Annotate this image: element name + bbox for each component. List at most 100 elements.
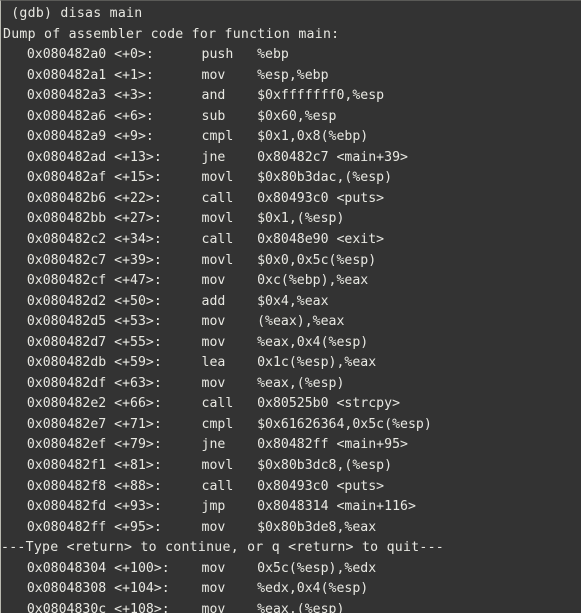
instruction-offset: <+53>: [114, 314, 178, 330]
instruction-address: 0x080482cf [3, 273, 115, 289]
instruction-address: 0x080482a9 [3, 129, 115, 145]
instruction-offset: <+3>: [114, 88, 178, 104]
instruction-address: 0x080482f8 [3, 478, 115, 494]
disassembly-row: 0x08048304 <+100>: mov 0x5c(%esp),%edx [1, 559, 581, 580]
instruction-mnemonic: sub [177, 108, 258, 124]
instruction-operands: $0xfffffff0,%esp [257, 88, 385, 104]
instruction-offset: <+59>: [114, 355, 178, 371]
instruction-mnemonic: add [177, 293, 258, 309]
disassembly-row: 0x080482f1 <+81>: movl $0x80b3dc8,(%esp) [1, 456, 581, 477]
instruction-address: 0x080482e7 [3, 416, 115, 432]
instruction-mnemonic: mov [177, 67, 258, 83]
instruction-mnemonic: jmp [177, 499, 258, 515]
instruction-operands: $0x80b3de8,%eax [257, 519, 377, 535]
instruction-operands: 0x5c(%esp),%edx [257, 560, 377, 576]
disassembly-row: 0x080482a9 <+9>: cmpl $0x1,0x8(%ebp) [1, 127, 581, 148]
instruction-mnemonic: mov [177, 273, 258, 289]
instruction-mnemonic: mov [177, 375, 258, 391]
instruction-mnemonic: jne [177, 437, 258, 453]
instruction-offset: <+104>: [114, 581, 178, 597]
instruction-offset: <+22>: [114, 190, 178, 206]
instruction-operands: %ebp [257, 47, 289, 63]
disassembly-row: 0x080482ff <+95>: mov $0x80b3de8,%eax [1, 518, 581, 539]
dump-header-line: Dump of assembler code for function main… [3, 26, 340, 42]
terminal-window[interactable]: (gdb) disas main Dump of assembler code … [0, 0, 581, 613]
instruction-mnemonic: mov [177, 601, 258, 613]
instruction-offset: <+55>: [114, 334, 178, 350]
instruction-address: 0x080482ef [3, 437, 115, 453]
instruction-operands: %edx,0x4(%esp) [257, 581, 369, 597]
instruction-offset: <+79>: [114, 437, 178, 453]
instruction-mnemonic: mov [177, 519, 258, 535]
instruction-offset: <+9>: [114, 129, 178, 145]
disassembly-row: 0x080482db <+59>: lea 0x1c(%esp),%eax [1, 353, 581, 374]
instruction-operands: $0x80b3dc8,(%esp) [257, 458, 393, 474]
gdb-prompt-line: (gdb) disas main [3, 6, 143, 21]
disassembly-row: 0x080482d2 <+50>: add $0x4,%eax [1, 292, 581, 313]
instruction-offset: <+100>: [114, 560, 178, 576]
pager-prompt[interactable]: ---Type <return> to continue, or q <retu… [1, 538, 581, 559]
terminal-screen[interactable]: (gdb) disas main Dump of assembler code … [1, 1, 581, 613]
instruction-operands: $0x1,(%esp) [257, 211, 345, 227]
instruction-address: 0x080482a1 [3, 67, 115, 83]
instruction-address: 0x080482f1 [3, 458, 115, 474]
instruction-operands: 0x8048e90 <exit> [257, 232, 385, 248]
disassembly-row: 0x080482ef <+79>: jne 0x80482ff <main+95… [1, 435, 581, 456]
instruction-mnemonic: mov [177, 560, 258, 576]
disassembly-row: 0x08048308 <+104>: mov %edx,0x4(%esp) [1, 579, 581, 600]
instruction-address: 0x080482ff [3, 519, 115, 535]
instruction-operands: 0xc(%ebp),%eax [257, 273, 369, 289]
disassembly-row: 0x080482c2 <+34>: call 0x8048e90 <exit> [1, 230, 581, 251]
instruction-operands: %eax,0x4(%esp) [257, 334, 369, 350]
disassembly-row: 0x080482a6 <+6>: sub $0x60,%esp [1, 107, 581, 128]
instruction-offset: <+108>: [114, 601, 178, 613]
disassembly-row: 0x080482e2 <+66>: call 0x80525b0 <strcpy… [1, 394, 581, 415]
disassembly-row: 0x080482a3 <+3>: and $0xfffffff0,%esp [1, 86, 581, 107]
instruction-operands: 0x80493c0 <puts> [257, 478, 385, 494]
instruction-offset: <+39>: [114, 252, 178, 268]
instruction-address: 0x08048304 [3, 560, 115, 576]
instruction-address: 0x080482c7 [3, 252, 115, 268]
instruction-offset: <+0>: [114, 47, 178, 63]
disassembly-row: 0x080482bb <+27>: movl $0x1,(%esp) [1, 209, 581, 230]
instruction-offset: <+71>: [114, 416, 178, 432]
instruction-offset: <+27>: [114, 211, 178, 227]
instruction-address: 0x080482a3 [3, 88, 115, 104]
disassembly-row: 0x080482d5 <+53>: mov (%eax),%eax [1, 312, 581, 333]
instruction-address: 0x080482b6 [3, 190, 115, 206]
instruction-operands: $0x80b3dac,(%esp) [257, 170, 393, 186]
disassembly-row: 0x080482f8 <+88>: call 0x80493c0 <puts> [1, 477, 581, 498]
instruction-offset: <+50>: [114, 293, 178, 309]
instruction-offset: <+1>: [114, 67, 178, 83]
instruction-address: 0x080482d5 [3, 314, 115, 330]
instruction-address: 0x08048308 [3, 581, 115, 597]
disassembly-row: 0x080482e7 <+71>: cmpl $0x61626364,0x5c(… [1, 415, 581, 436]
instruction-mnemonic: and [177, 88, 258, 104]
disassembly-row: 0x080482af <+15>: movl $0x80b3dac,(%esp) [1, 168, 581, 189]
instruction-mnemonic: jne [177, 149, 258, 165]
disassembly-row: 0x080482df <+63>: mov %eax,(%esp) [1, 374, 581, 395]
instruction-mnemonic: lea [177, 355, 258, 371]
disassembly-row: 0x080482d7 <+55>: mov %eax,0x4(%esp) [1, 333, 581, 354]
instruction-operands: 0x80482c7 <main+39> [257, 149, 408, 165]
instruction-offset: <+47>: [114, 273, 178, 289]
instruction-operands: $0x0,0x5c(%esp) [257, 252, 377, 268]
disassembly-rows-before-pager: 0x080482a0 <+0>: push %ebp 0x080482a1 <+… [1, 45, 581, 538]
instruction-mnemonic: mov [177, 581, 258, 597]
instruction-offset: <+93>: [114, 499, 178, 515]
instruction-address: 0x080482a6 [3, 108, 115, 124]
instruction-operands: %eax,(%esp) [257, 375, 345, 391]
instruction-address: 0x080482bb [3, 211, 115, 227]
instruction-address: 0x080482e2 [3, 396, 115, 412]
instruction-mnemonic: push [177, 47, 258, 63]
instruction-mnemonic: call [177, 232, 258, 248]
instruction-mnemonic: cmpl [177, 129, 258, 145]
instruction-address: 0x080482a0 [3, 47, 115, 63]
instruction-operands: 0x80525b0 <strcpy> [257, 396, 401, 412]
instruction-operands: %esp,%ebp [257, 67, 329, 83]
instruction-address: 0x080482db [3, 355, 115, 371]
instruction-offset: <+88>: [114, 478, 178, 494]
instruction-address: 0x0804830c [3, 601, 115, 613]
instruction-operands: $0x1,0x8(%ebp) [257, 129, 369, 145]
instruction-mnemonic: movl [177, 252, 258, 268]
